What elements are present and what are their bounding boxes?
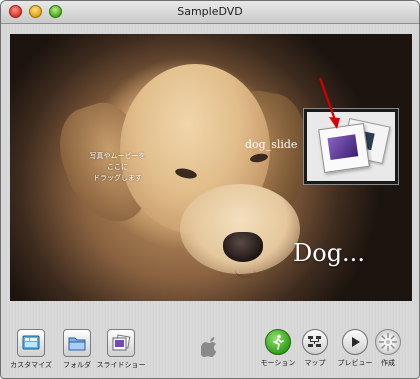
photo-mouth <box>235 262 255 278</box>
drop-hint-line: ドラッグします <box>93 174 142 182</box>
folder-icon <box>63 329 91 357</box>
photo-nose <box>223 232 263 262</box>
title-bar[interactable]: SampleDVD <box>1 1 419 24</box>
window-title: SampleDVD <box>177 5 243 18</box>
drop-hint-line: 写真やムービーを <box>89 152 146 160</box>
bottom-toolbar: カスタマイズ フォルダ スライドショー モーション マップ プレビュー 作成 <box>1 325 419 378</box>
slideshow-icon <box>107 329 135 357</box>
slideshow-label: スライドショー <box>96 361 146 369</box>
slide-icon-front <box>318 123 370 173</box>
slideshow-drop-zone[interactable] <box>303 108 399 185</box>
slideshow-button-label[interactable]: dog_slide <box>245 138 297 151</box>
app-window: SampleDVD 写真やムービーを ここに ドラッグします dog_slide <box>0 0 420 379</box>
menu-title-text[interactable]: Dog... <box>293 239 365 267</box>
burn-icon <box>375 329 401 355</box>
customize-icon <box>17 329 45 357</box>
drop-hint-line: ここに <box>107 163 128 171</box>
photo-window <box>327 134 359 160</box>
burn-button[interactable]: 作成 <box>358 329 418 375</box>
dvd-menu-canvas[interactable]: 写真やムービーを ここに ドラッグします dog_slide Dog... <box>10 34 412 301</box>
burn-label: 作成 <box>381 359 395 367</box>
slideshow-button[interactable]: スライドショー <box>91 329 151 375</box>
apple-logo-icon <box>201 337 217 357</box>
drop-hint-text: 写真やムービーを ここに ドラッグします <box>70 151 165 184</box>
